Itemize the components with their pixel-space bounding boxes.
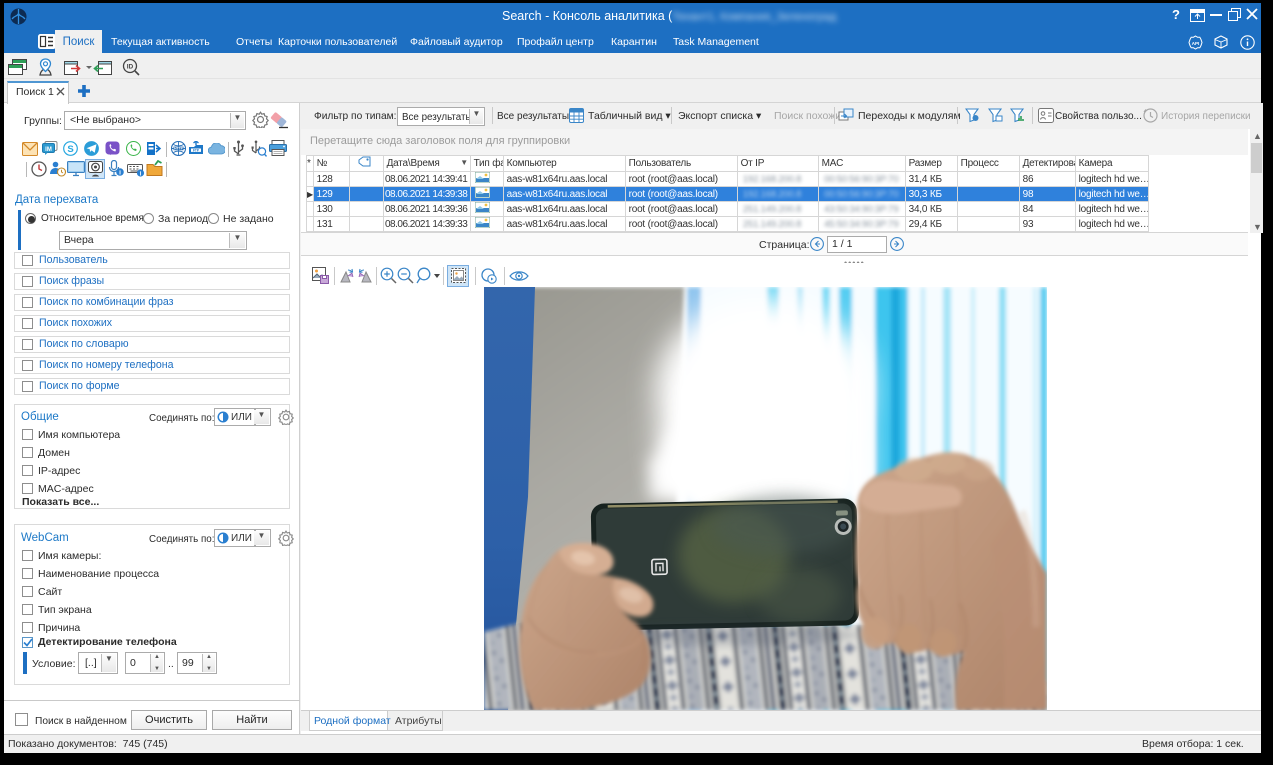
- svg-text:S: S: [67, 144, 73, 155]
- svg-text:HTTP: HTTP: [174, 147, 184, 151]
- svg-text:ID: ID: [127, 64, 134, 71]
- svg-text:API: API: [1192, 41, 1200, 46]
- svg-text:i: i: [119, 170, 121, 177]
- svg-text:IM: IM: [45, 147, 52, 153]
- svg-text:FTP: FTP: [193, 148, 200, 152]
